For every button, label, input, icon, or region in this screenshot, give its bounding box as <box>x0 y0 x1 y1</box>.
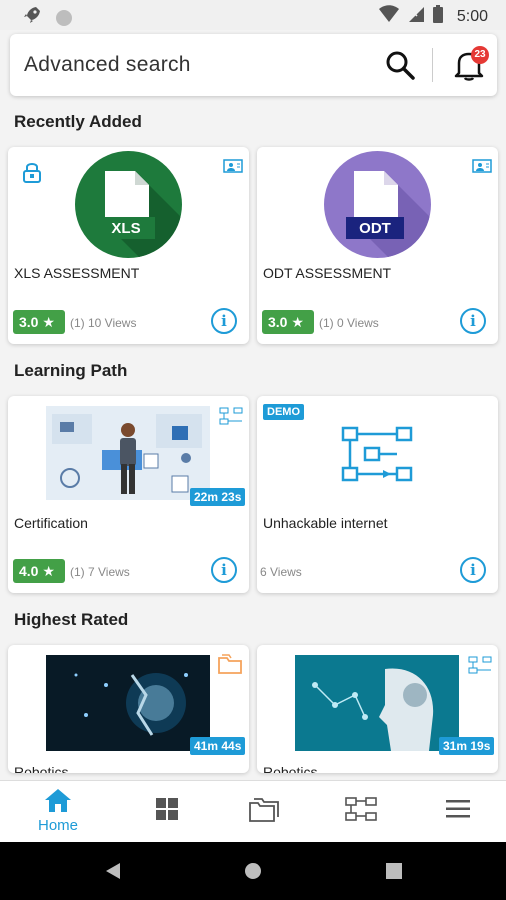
card-title: Unhackable internet <box>263 515 388 531</box>
folders-icon <box>248 795 280 828</box>
notification-badge: 23 <box>471 46 489 64</box>
learning-path-illustration-icon <box>341 426 415 489</box>
card-odt-assessment[interactable]: ODT ODT ASSESSMENT 3.0 ★ (1) 0 Views i <box>257 147 498 344</box>
nav-menu[interactable] <box>418 781 498 843</box>
card-title: Certification <box>14 515 88 531</box>
section-title-highest-rated: Highest Rated <box>14 610 129 629</box>
views-count: (1) 0 Views <box>319 316 379 330</box>
learning-path-icon <box>345 796 377 827</box>
xls-file-icon: XLS <box>75 151 182 258</box>
demo-tag: DEMO <box>263 404 304 420</box>
circle-icon <box>56 9 72 26</box>
duration-badge: 41m 44s <box>190 737 246 755</box>
card-title: Robotics <box>263 764 318 773</box>
views-count: (1) 7 Views <box>70 565 130 579</box>
search-icon[interactable] <box>384 49 416 86</box>
card-robotics-2[interactable]: 31m 19s Robotics <box>257 645 498 773</box>
duration-badge: 31m 19s <box>439 737 495 755</box>
views-count: (1) 10 Views <box>70 316 137 330</box>
wifi-icon <box>378 5 399 28</box>
robotics-thumbnail <box>46 655 210 751</box>
back-icon[interactable] <box>104 862 122 885</box>
card-xls-assessment[interactable]: XLS XLS ASSESSMENT 3.0 ★ (1) 10 Views i <box>8 147 249 344</box>
card-robotics-1[interactable]: 41m 44s Robotics <box>8 645 249 773</box>
info-icon[interactable]: i <box>211 557 237 583</box>
certification-thumbnail <box>46 406 210 500</box>
bottom-navigation: Home <box>0 780 506 842</box>
odt-file-icon: ODT <box>324 151 431 258</box>
rating-badge: 4.0 ★ <box>13 559 65 583</box>
nav-catalog[interactable] <box>127 781 207 843</box>
card-title: ODT ASSESSMENT <box>263 265 392 281</box>
card-title: Robotics <box>14 764 69 773</box>
views-count: 6 Views <box>260 565 302 579</box>
info-icon[interactable]: i <box>460 308 486 334</box>
home-button-icon[interactable] <box>244 862 262 885</box>
card-certification[interactable]: 22m 23s Certification 4.0 ★ (1) 7 Views … <box>8 396 249 593</box>
nav-folders[interactable] <box>224 781 304 843</box>
menu-icon <box>446 799 470 824</box>
lock-icon <box>22 161 42 188</box>
home-icon <box>44 787 72 818</box>
learning-path-icon <box>468 655 492 680</box>
duration-badge: 22m 23s <box>190 488 246 506</box>
grid-icon <box>156 798 178 825</box>
search-bar[interactable]: Advanced search 23 <box>10 34 497 96</box>
status-bar: 5:00 <box>0 0 506 30</box>
rating-badge: 3.0 ★ <box>13 310 65 334</box>
nav-home[interactable]: Home <box>18 781 98 843</box>
assessment-type-icon <box>472 159 492 178</box>
info-icon[interactable]: i <box>211 308 237 334</box>
card-title: XLS ASSESSMENT <box>14 265 140 281</box>
nav-home-label: Home <box>37 817 78 834</box>
odt-file-label: ODT <box>359 220 391 237</box>
nav-learning-paths[interactable] <box>321 781 401 843</box>
recents-icon[interactable] <box>386 863 402 884</box>
clock-time: 5:00 <box>456 7 488 25</box>
battery-icon <box>432 5 443 28</box>
rocket-icon <box>22 5 42 30</box>
card-unhackable-internet[interactable]: DEMO Unhackable internet 6 Views i <box>257 396 498 593</box>
folder-icon <box>217 653 243 680</box>
search-input[interactable]: Advanced search <box>24 53 191 77</box>
section-title-learning-path: Learning Path <box>14 361 128 380</box>
system-navigation-bar <box>0 842 506 900</box>
section-title-recently-added: Recently Added <box>14 112 142 131</box>
info-icon[interactable]: i <box>460 557 486 583</box>
robotics-thumbnail <box>295 655 459 751</box>
signal-icon <box>407 5 425 28</box>
assessment-type-icon <box>223 159 243 178</box>
rating-badge: 3.0 ★ <box>262 310 314 334</box>
xls-file-label: XLS <box>111 220 141 237</box>
learning-path-icon <box>219 406 243 431</box>
divider <box>432 48 433 82</box>
